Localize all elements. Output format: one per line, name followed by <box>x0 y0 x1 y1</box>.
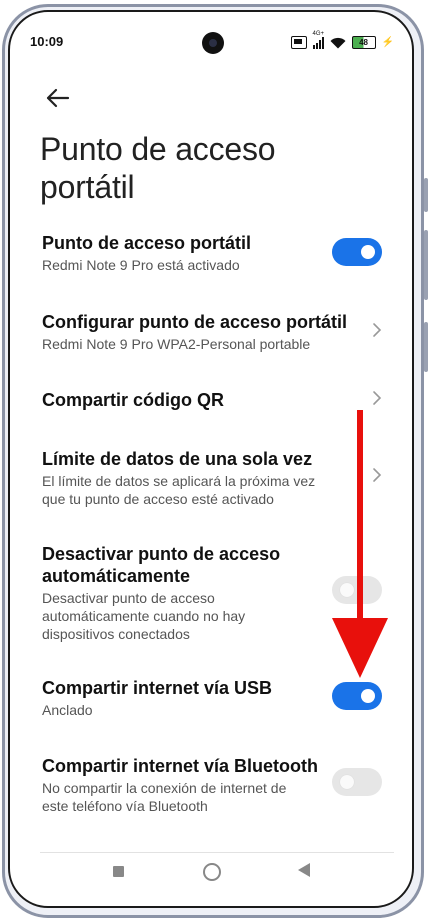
battery-icon: 48 <box>351 36 376 49</box>
bluetooth-tethering-toggle[interactable] <box>332 768 382 796</box>
hotspot-toggle[interactable] <box>332 238 382 266</box>
setting-subtitle-line: que tu punto de acceso esté activado <box>42 491 274 507</box>
usb-tethering-toggle[interactable] <box>332 682 382 710</box>
setting-subtitle: Redmi Note 9 Pro está activado <box>42 257 240 273</box>
page-title-line: portátil <box>40 169 135 205</box>
setting-title: Compartir internet vía Bluetooth <box>42 756 319 776</box>
setting-title: Configurar punto de acceso portátil <box>42 312 348 332</box>
divider <box>40 852 394 853</box>
nav-back-icon[interactable] <box>298 863 310 877</box>
setting-subtitle-line: este teléfono vía Bluetooth <box>42 798 208 814</box>
setting-subtitle-line: automáticamente cuando no hay <box>42 608 246 624</box>
setting-usb-tethering[interactable]: Compartir internet vía USB Anclado <box>42 677 382 719</box>
recents-icon[interactable] <box>113 866 124 877</box>
setting-bluetooth-tethering[interactable]: Compartir internet vía Bluetooth No comp… <box>42 755 382 815</box>
setting-subtitle: Redmi Note 9 Pro WPA2-Personal portable <box>42 336 311 352</box>
setting-title: Desactivar punto de acceso automáticamen… <box>42 543 332 587</box>
navigation-bar <box>10 858 412 888</box>
setting-subtitle-line: Desactivar punto de acceso <box>42 590 215 606</box>
home-icon[interactable] <box>203 863 221 881</box>
volume-button <box>424 230 428 300</box>
setting-portable-hotspot[interactable]: Punto de acceso portátil Redmi Note 9 Pr… <box>42 232 382 274</box>
setting-title: Límite de datos de una sola vez <box>42 449 313 469</box>
setting-title: Punto de acceso portátil <box>42 233 252 253</box>
battery-level: 48 <box>359 38 368 47</box>
volume-button <box>424 178 428 212</box>
sim-icon <box>290 36 307 49</box>
chevron-right-icon <box>373 323 382 337</box>
setting-share-qr[interactable]: Compartir código QR <box>42 389 382 411</box>
status-bar: 10:09 4G+ 48 ⚡ <box>10 31 412 54</box>
setting-subtitle-line: No compartir la conexión de internet de <box>42 780 287 796</box>
setting-subtitle-line: El límite de datos se aplicará la próxim… <box>42 473 316 489</box>
page-title: Punto de acceso portátil <box>40 130 276 206</box>
status-time: 10:09 <box>30 34 64 49</box>
charging-icon: ⚡ <box>381 37 394 48</box>
screen: 10:09 4G+ 48 ⚡ Punto de acceso portátil <box>8 10 414 908</box>
setting-title: Compartir internet vía USB <box>42 678 273 698</box>
status-icons: 4G+ 48 ⚡ <box>290 31 394 49</box>
power-button <box>424 322 428 372</box>
wifi-icon <box>330 37 346 48</box>
setting-subtitle: El límite de datos se aplicará la próxim… <box>42 472 382 508</box>
network-type: 4G+ <box>312 30 325 37</box>
setting-data-limit[interactable]: Límite de datos de una sola vez El límit… <box>42 448 382 508</box>
setting-subtitle: Anclado <box>42 702 93 718</box>
chevron-right-icon <box>373 391 382 405</box>
setting-subtitle-line: dispositivos conectados <box>42 626 190 642</box>
back-arrow-icon[interactable] <box>44 84 72 112</box>
setting-title-line: Desactivar punto de acceso <box>42 544 281 564</box>
setting-title-line: automáticamente <box>42 566 191 586</box>
setting-auto-disable[interactable]: Desactivar punto de acceso automáticamen… <box>42 543 332 643</box>
setting-subtitle: Desactivar punto de acceso automáticamen… <box>42 589 332 643</box>
setting-configure-hotspot[interactable]: Configurar punto de acceso portátil Redm… <box>42 311 382 353</box>
front-camera <box>202 32 224 54</box>
page-title-line: Punto de acceso <box>40 131 276 167</box>
setting-title: Compartir código QR <box>42 390 225 410</box>
signal-icon: 4G+ <box>312 31 324 49</box>
annotation-arrow <box>332 410 388 678</box>
setting-subtitle: No compartir la conexión de internet de … <box>42 779 382 815</box>
